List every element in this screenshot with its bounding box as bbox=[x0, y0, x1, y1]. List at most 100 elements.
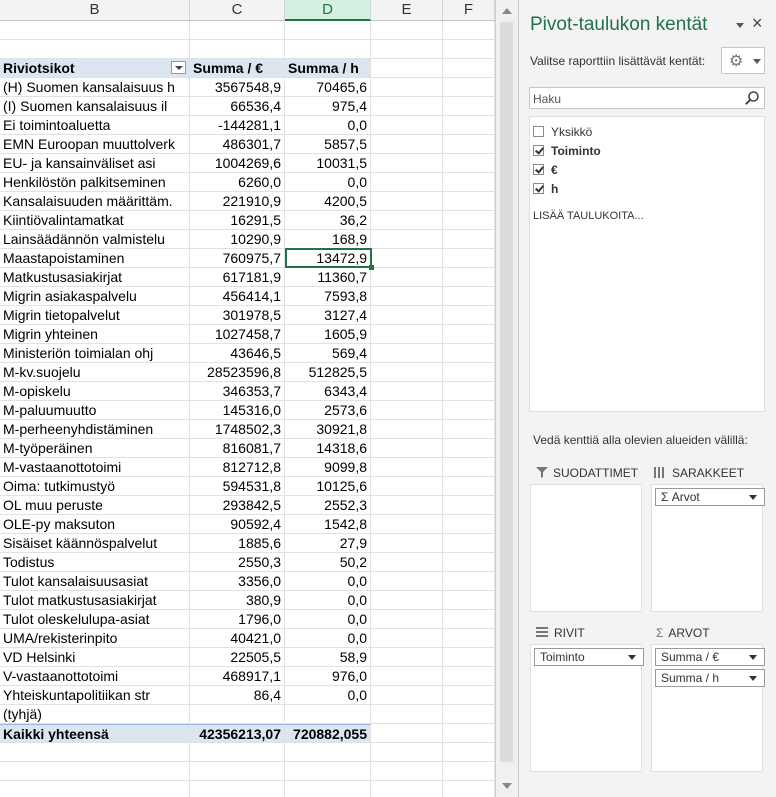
row-label-cell[interactable]: Todistus bbox=[0, 553, 190, 571]
row-label-cell[interactable]: Migrin yhteinen bbox=[0, 325, 190, 343]
cell[interactable] bbox=[443, 496, 495, 514]
sum-h-cell[interactable]: 30921,8 bbox=[285, 420, 371, 438]
sum-h-cell[interactable]: 1542,8 bbox=[285, 515, 371, 533]
sum-h-cell[interactable]: 58,9 bbox=[285, 648, 371, 666]
cell[interactable] bbox=[371, 572, 443, 590]
sum-h-cell[interactable] bbox=[285, 705, 371, 723]
sum-h-cell[interactable]: 0,0 bbox=[285, 686, 371, 704]
scroll-down-arrow-icon[interactable] bbox=[502, 783, 512, 789]
field-item[interactable]: h bbox=[530, 180, 764, 199]
row-label-cell[interactable]: (tyhjä) bbox=[0, 705, 190, 723]
scroll-up-arrow-icon[interactable] bbox=[502, 8, 512, 14]
row-label-cell[interactable]: M-paluumuutto bbox=[0, 401, 190, 419]
row-label-cell[interactable]: VD Helsinki bbox=[0, 648, 190, 666]
cell[interactable] bbox=[371, 363, 443, 381]
sum-h-cell[interactable]: 0,0 bbox=[285, 173, 371, 191]
values-drop-area[interactable]: Summa / € Summa / h bbox=[651, 644, 765, 772]
cell[interactable] bbox=[371, 230, 443, 248]
column-header-b[interactable]: B bbox=[0, 0, 190, 20]
sum-eur-cell[interactable]: 22505,5 bbox=[190, 648, 285, 666]
cell[interactable] bbox=[443, 116, 495, 134]
sum-eur-cell[interactable]: 145316,0 bbox=[190, 401, 285, 419]
row-label-cell[interactable]: Ministeriön toimialan ohj bbox=[0, 344, 190, 362]
sum-eur-cell[interactable]: 86,4 bbox=[190, 686, 285, 704]
cell[interactable] bbox=[371, 59, 443, 77]
sum-h-cell[interactable]: 10031,5 bbox=[285, 154, 371, 172]
cell[interactable] bbox=[443, 477, 495, 495]
cell[interactable] bbox=[443, 572, 495, 590]
cell[interactable] bbox=[371, 268, 443, 286]
sum-eur-cell[interactable]: 1027458,7 bbox=[190, 325, 285, 343]
grand-total-h[interactable]: 720882,055 bbox=[285, 724, 371, 742]
cell[interactable] bbox=[371, 496, 443, 514]
field-item[interactable]: Yksikkö bbox=[530, 123, 764, 142]
cell[interactable] bbox=[371, 534, 443, 552]
sum-h-chip[interactable]: Summa / h bbox=[655, 669, 765, 687]
cell[interactable] bbox=[371, 401, 443, 419]
field-item[interactable]: € bbox=[530, 161, 764, 180]
row-label-cell[interactable]: EMN Euroopan muuttolverk bbox=[0, 135, 190, 153]
row-label-cell[interactable]: Maastapoistaminen bbox=[0, 249, 190, 267]
cell[interactable] bbox=[371, 420, 443, 438]
sum-h-cell[interactable]: 6343,4 bbox=[285, 382, 371, 400]
cell[interactable] bbox=[443, 743, 495, 761]
cell[interactable] bbox=[371, 344, 443, 362]
grand-total-label[interactable]: Kaikki yhteensä bbox=[0, 724, 190, 742]
row-label-cell[interactable]: Yhteiskuntapolitiikan str bbox=[0, 686, 190, 704]
row-label-cell[interactable]: Kiintiövalintamatkat bbox=[0, 211, 190, 229]
cell[interactable] bbox=[443, 439, 495, 457]
cell[interactable] bbox=[443, 401, 495, 419]
row-label-cell[interactable]: (H) Suomen kansalaisuus h bbox=[0, 78, 190, 96]
cell[interactable] bbox=[0, 21, 190, 39]
sum-eur-cell[interactable]: 594531,8 bbox=[190, 477, 285, 495]
row-label-cell[interactable]: OLE-py maksuton bbox=[0, 515, 190, 533]
sum-h-cell[interactable]: 70465,6 bbox=[285, 78, 371, 96]
sum-eur-cell[interactable]: 346353,7 bbox=[190, 382, 285, 400]
cell[interactable] bbox=[443, 553, 495, 571]
sum-h-cell[interactable]: 0,0 bbox=[285, 610, 371, 628]
cell[interactable] bbox=[285, 781, 371, 797]
sum-eur-cell[interactable]: 43646,5 bbox=[190, 344, 285, 362]
cell[interactable] bbox=[285, 21, 371, 39]
sum-eur-cell[interactable]: 1004269,6 bbox=[190, 154, 285, 172]
cell[interactable] bbox=[443, 325, 495, 343]
row-label-cell[interactable]: V-vastaanottotoimi bbox=[0, 667, 190, 685]
cell[interactable] bbox=[443, 78, 495, 96]
cell[interactable] bbox=[371, 477, 443, 495]
cell[interactable] bbox=[443, 344, 495, 362]
cell[interactable] bbox=[443, 21, 495, 39]
cell[interactable] bbox=[371, 154, 443, 172]
row-label-cell[interactable]: M-vastaanottotoimi bbox=[0, 458, 190, 476]
sum-h-cell[interactable]: 2552,3 bbox=[285, 496, 371, 514]
sum-h-cell[interactable]: 50,2 bbox=[285, 553, 371, 571]
cell[interactable] bbox=[371, 553, 443, 571]
field-search-box[interactable] bbox=[529, 87, 765, 110]
sum-eur-header[interactable]: Summa / € bbox=[190, 59, 285, 77]
sum-eur-cell[interactable]: 760975,7 bbox=[190, 249, 285, 267]
sum-eur-cell[interactable]: 486301,7 bbox=[190, 135, 285, 153]
sum-h-header[interactable]: Summa / h bbox=[285, 59, 371, 77]
cell[interactable] bbox=[443, 211, 495, 229]
sum-eur-cell[interactable]: 90592,4 bbox=[190, 515, 285, 533]
sum-eur-cell[interactable]: 1796,0 bbox=[190, 610, 285, 628]
cell[interactable] bbox=[443, 420, 495, 438]
field-item[interactable]: Toiminto bbox=[530, 142, 764, 161]
sum-eur-cell[interactable]: 2550,3 bbox=[190, 553, 285, 571]
row-label-cell[interactable]: Kansalaisuuden määrittäm. bbox=[0, 192, 190, 210]
cell[interactable] bbox=[371, 116, 443, 134]
cell[interactable] bbox=[443, 610, 495, 628]
cell[interactable] bbox=[371, 629, 443, 647]
cell[interactable] bbox=[371, 249, 443, 267]
tools-button[interactable]: ⚙ bbox=[721, 47, 765, 74]
cell[interactable] bbox=[371, 724, 443, 742]
cell[interactable] bbox=[285, 762, 371, 780]
cell[interactable] bbox=[371, 287, 443, 305]
cell[interactable] bbox=[371, 591, 443, 609]
sum-eur-cell[interactable]: 66536,4 bbox=[190, 97, 285, 115]
sum-eur-cell[interactable]: 1885,6 bbox=[190, 534, 285, 552]
toiminto-chip[interactable]: Toiminto bbox=[534, 648, 644, 666]
sum-eur-chip[interactable]: Summa / € bbox=[655, 648, 765, 666]
sum-eur-cell[interactable]: 617181,9 bbox=[190, 268, 285, 286]
cell[interactable] bbox=[190, 21, 285, 39]
scrollbar-thumb[interactable] bbox=[500, 22, 513, 762]
